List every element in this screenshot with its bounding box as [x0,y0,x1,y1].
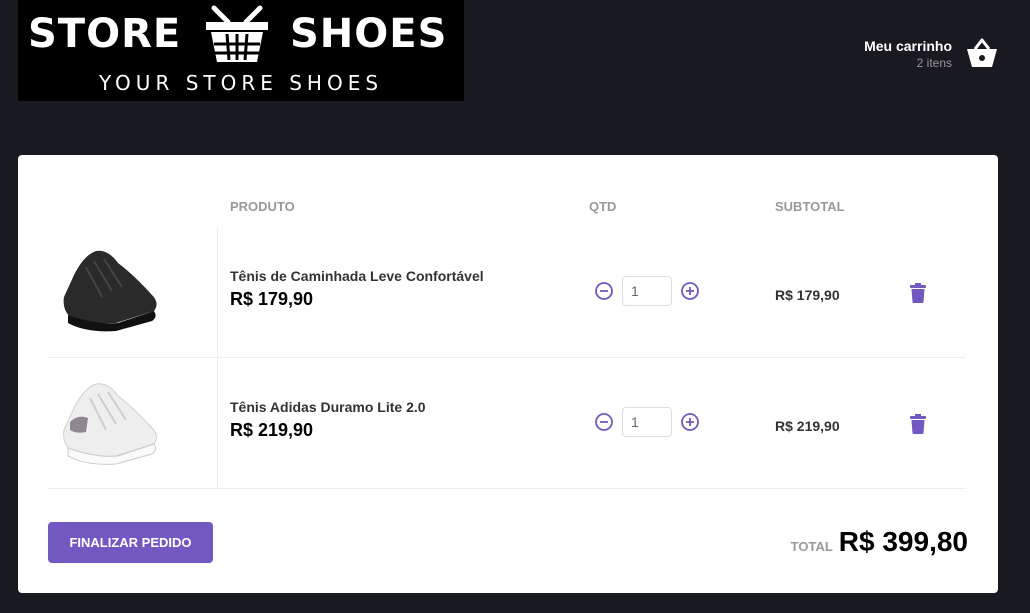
header: STORE SHOES YOUR STORE SHOES Meu carrinh… [0,0,1030,130]
product-price: R$ 219,90 [230,420,314,440]
table-row: Tênis Adidas Duramo Lite 2.0 R$ 219,90 R… [48,358,966,489]
increment-icon[interactable] [680,281,700,301]
basket-icon [967,38,997,67]
header-subtotal: SUBTOTAL [775,199,845,214]
table-row: Tênis de Caminhada Leve Confortável R$ 1… [48,227,966,358]
product-image-cell [48,358,218,489]
order-total: TOTAL R$ 399,80 [791,525,968,559]
row-subtotal: R$ 219,90 [775,418,840,434]
header-product: PRODUTO [230,199,295,214]
total-value: R$ 399,80 [838,526,968,557]
logo-word-shoes: SHOES [290,11,448,57]
product-image [63,383,158,465]
finish-order-button[interactable]: FINALIZAR PEDIDO [48,522,213,563]
cart-count: 2 itens [916,56,952,70]
quantity-input[interactable] [622,276,672,306]
logo-tagline: YOUR STORE SHOES [98,71,384,95]
total-label: TOTAL [790,539,833,554]
product-price: R$ 179,90 [230,289,314,309]
product-image [63,250,157,332]
product-info: Tênis Adidas Duramo Lite 2.0 R$ 219,90 [230,398,426,442]
quantity-input[interactable] [622,407,672,437]
decrement-icon[interactable] [594,412,614,432]
row-subtotal: R$ 179,90 [775,287,840,303]
cart-panel: PRODUTO QTD SUBTOTAL Tênis de Caminhada … [18,155,998,593]
cart-link[interactable]: Meu carrinho 2 itens [864,32,1000,74]
quantity-stepper [594,276,700,306]
logo-basket-icon [206,5,268,62]
quantity-stepper [594,407,700,437]
product-image-cell [48,227,218,358]
product-info: Tênis de Caminhada Leve Confortável R$ 1… [230,267,484,311]
trash-icon[interactable] [910,414,926,434]
trash-icon[interactable] [910,283,926,303]
header-quantity: QTD [589,199,617,214]
product-name: Tênis Adidas Duramo Lite 2.0 [230,399,426,415]
product-name: Tênis de Caminhada Leve Confortável [230,268,484,284]
decrement-icon[interactable] [594,281,614,301]
store-logo[interactable]: STORE SHOES YOUR STORE SHOES [18,0,464,101]
increment-icon[interactable] [680,412,700,432]
cart-text: Meu carrinho 2 itens [864,36,952,70]
logo-word-store: STORE [28,11,182,57]
cart-title: Meu carrinho [864,38,952,54]
